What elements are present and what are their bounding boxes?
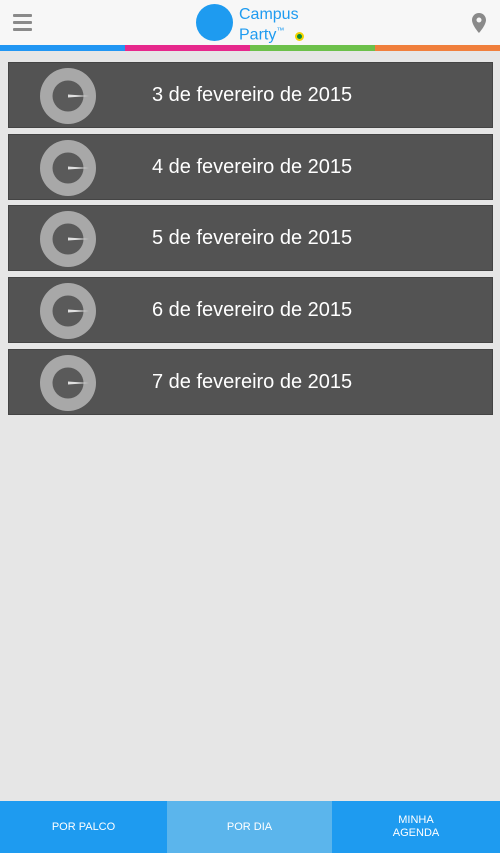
logo-text-party: Party™ [239,23,284,43]
days-list: 3 de fevereiro de 2015 4 de fevereiro de… [8,62,493,420]
day-item-7-feb[interactable]: 7 de fevereiro de 2015 [8,348,493,415]
app-header: Campus Party™ [0,0,500,45]
color-stripe-pink [125,45,250,51]
day-item-4-feb[interactable]: 4 de fevereiro de 2015 [8,133,493,200]
day-label: 4 de fevereiro de 2015 [152,155,353,178]
color-stripe-green [250,45,375,51]
color-stripe-blue [0,45,125,51]
brazil-flag-icon [295,32,304,41]
logo-text-campus: Campus [239,6,299,23]
hamburger-menu-icon[interactable] [13,14,32,31]
bottom-tab-bar: POR PALCO POR DIA MINHA AGENDA [0,801,500,853]
clock-icon [40,283,96,340]
day-label: 3 de fevereiro de 2015 [152,84,353,106]
logo-trademark: ™ [276,26,285,35]
clock-icon [40,139,96,196]
clock-icon [40,354,96,411]
color-stripe [0,45,500,51]
clock-icon [40,211,96,268]
logo-circle-icon [196,4,233,41]
tab-por-palco[interactable]: POR PALCO [0,801,167,853]
day-label: 7 de fevereiro de 2015 [152,370,353,393]
day-item-6-feb[interactable]: 6 de fevereiro de 2015 [8,277,493,344]
day-item-5-feb[interactable]: 5 de fevereiro de 2015 [8,205,493,272]
day-item-3-feb[interactable]: 3 de fevereiro de 2015 [8,62,493,128]
color-stripe-orange [375,45,500,51]
day-label: 6 de fevereiro de 2015 [152,299,353,322]
clock-icon [40,68,96,124]
tab-por-dia[interactable]: POR DIA [167,801,332,853]
tab-minha-agenda[interactable]: MINHA AGENDA [332,801,500,853]
day-label: 5 de fevereiro de 2015 [152,227,353,250]
logo-party-word: Party [239,26,277,44]
campus-party-logo: Campus Party™ [196,3,308,43]
map-pin-icon[interactable] [472,13,486,33]
